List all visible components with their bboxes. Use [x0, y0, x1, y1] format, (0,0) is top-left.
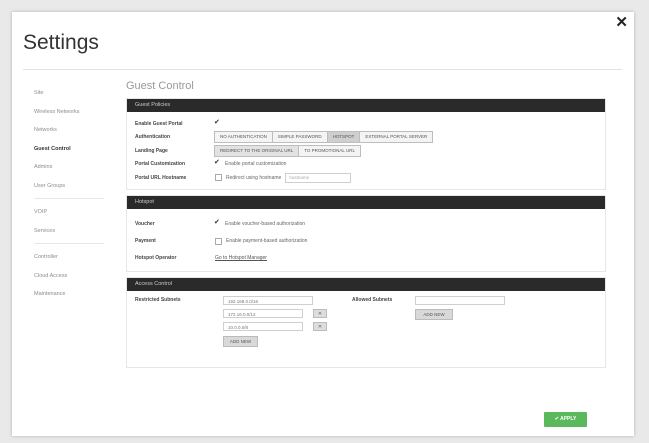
allowed-subnets-label: Allowed Subnets	[352, 296, 393, 303]
sidebar-item-guest-control[interactable]: Guest Control	[34, 140, 114, 159]
auth-option-no-authentication[interactable]: NO AUTHENTICATION	[214, 131, 273, 144]
landing-option-original-url[interactable]: REDIRECT TO THE ORIGINAL URL	[214, 144, 300, 157]
hotspot-manager-link[interactable]: Go to Hotspot Manager	[215, 255, 267, 261]
page-title: Settings	[23, 31, 99, 54]
voucher-checkbox[interactable]	[214, 218, 221, 227]
payment-checkbox[interactable]	[215, 237, 222, 245]
voucher-label: Voucher	[135, 221, 155, 227]
sidebar-item-admins[interactable]: Admins	[34, 158, 114, 177]
restricted-subnet-input[interactable]: 172.16.0.0/12	[223, 308, 303, 318]
hostname-checkbox[interactable]	[215, 174, 222, 182]
access-control-panel: Access Control Restricted Subnets 192.16…	[126, 276, 606, 368]
apply-button[interactable]: ✔ APPLY	[544, 412, 587, 427]
sidebar-item-services[interactable]: Services	[34, 222, 114, 241]
sidebar-item-voip[interactable]: VOIP	[34, 203, 114, 222]
landing-option-promotional-url[interactable]: TO PROMOTIONAL URL	[298, 144, 362, 157]
hostname-input[interactable]: hostname	[285, 172, 352, 183]
guest-policies-panel: Guest Policies Enable Guest Portal Authe…	[126, 98, 606, 190]
sidebar-item-wireless-networks[interactable]: Wireless Networks	[34, 103, 114, 122]
panel-header-guest-policies: Guest Policies	[127, 99, 605, 112]
authentication-label: Authentication	[135, 134, 170, 141]
add-restricted-subnet-button[interactable]: ADD NEW	[223, 335, 258, 347]
close-icon[interactable]: ✕	[615, 15, 628, 30]
hotspot-operator-label: Hotspot Operator	[135, 255, 177, 261]
panel-header-hotspot: Hotspot	[127, 195, 605, 209]
portal-customization-checkbox[interactable]	[214, 158, 221, 168]
allowed-subnet-input[interactable]	[415, 295, 505, 305]
voucher-text: Enable voucher-based authorization	[225, 221, 306, 227]
payment-label: Payment	[135, 238, 156, 244]
sidebar-divider	[34, 243, 104, 244]
portal-url-hostname-label: Portal URL Hostname	[135, 174, 187, 181]
auth-option-hotspot[interactable]: HOTSPOT	[326, 131, 361, 144]
portal-customization-label: Portal Customization	[135, 161, 186, 168]
enable-guest-portal-checkbox[interactable]	[214, 118, 221, 127]
sidebar-item-site[interactable]: Site	[34, 84, 114, 103]
remove-x-icon[interactable]: ✕	[313, 308, 327, 318]
remove-x-icon[interactable]: ✕	[313, 321, 327, 331]
sidebar-item-networks[interactable]: Networks	[34, 121, 114, 140]
hotspot-panel: Hotspot Voucher Enable voucher-based aut…	[126, 194, 606, 272]
panel-header-access-control: Access Control	[127, 277, 605, 291]
sidebar-item-cloud-access[interactable]: Cloud Access	[34, 267, 114, 286]
main-content: Guest Control Guest Policies Enable Gues…	[126, 70, 606, 373]
auth-option-external-portal[interactable]: EXTERNAL PORTAL SERVER	[359, 131, 434, 144]
section-title: Guest Control	[126, 80, 194, 92]
auth-option-simple-password[interactable]: SIMPLE PASSWORD	[271, 131, 328, 144]
restricted-subnet-input[interactable]: 192.168.0.0/16	[223, 295, 313, 305]
portal-customization-text: Enable portal customization	[225, 161, 287, 168]
sidebar-item-controller[interactable]: Controller	[34, 248, 114, 267]
landing-page-options: REDIRECT TO THE ORIGINAL URL TO PROMOTIO…	[214, 144, 362, 157]
sidebar-item-maintenance[interactable]: Maintenance	[34, 285, 114, 304]
restricted-subnet-input[interactable]: 10.0.0.0/8	[223, 321, 303, 331]
settings-dialog: ✕ Settings Site Wireless Networks Networ…	[12, 12, 634, 436]
enable-guest-portal-label: Enable Guest Portal	[135, 120, 183, 127]
hostname-text: Redirect using hostname	[226, 174, 282, 181]
restricted-subnets-label: Restricted Subnets	[135, 296, 181, 303]
payment-text: Enable payment-based authorization	[226, 238, 308, 244]
sidebar-nav: Site Wireless Networks Networks Guest Co…	[34, 84, 114, 304]
sidebar-divider	[34, 198, 104, 199]
add-allowed-subnet-button[interactable]: ADD NEW	[415, 308, 453, 320]
authentication-options: NO AUTHENTICATION SIMPLE PASSWORD HOTSPO…	[214, 131, 434, 144]
sidebar-item-user-groups[interactable]: User Groups	[34, 177, 114, 196]
landing-page-label: Landing Page	[135, 147, 168, 154]
